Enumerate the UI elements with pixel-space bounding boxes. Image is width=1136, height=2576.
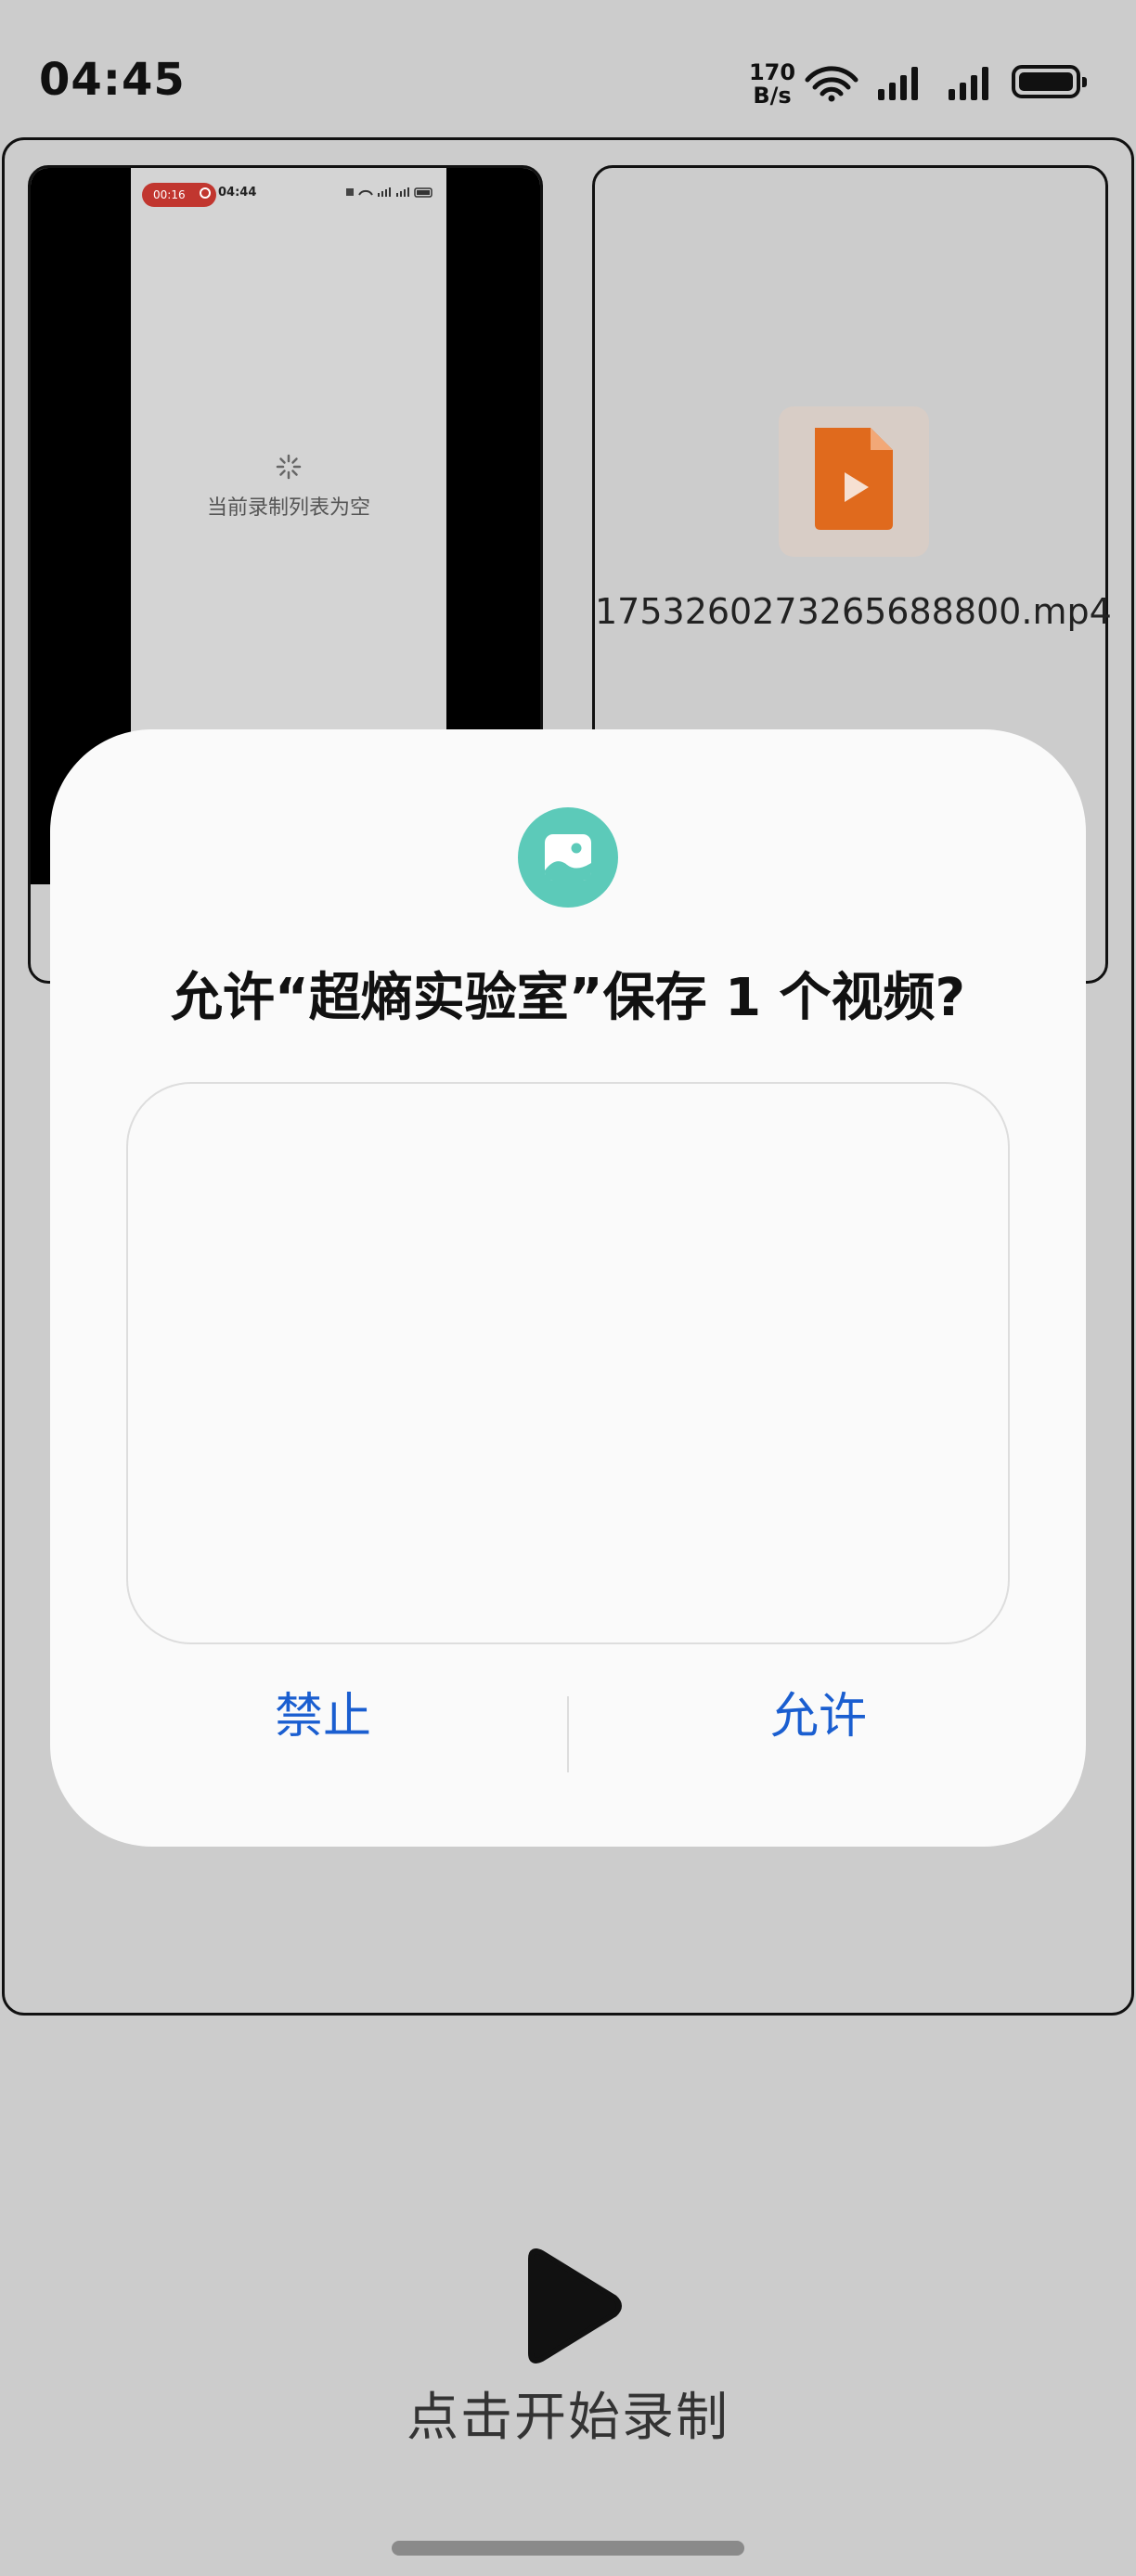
button-divider — [567, 1696, 569, 1772]
stop-icon — [200, 187, 211, 199]
recording-timer: 00:16 — [153, 188, 186, 201]
start-recording-label[interactable]: 点击开始录制 — [0, 2376, 1136, 2451]
loading-spinner-icon — [276, 454, 302, 480]
status-time: 04:45 — [39, 54, 186, 106]
net-speed-value: 170 — [748, 59, 796, 85]
mini-status-icons — [346, 187, 432, 198]
net-speed: 170 B/s — [748, 61, 796, 108]
video-file-icon — [779, 406, 929, 557]
recording-timer-chip: 00:16 — [142, 183, 216, 207]
video-file-name: 1753260273265688800.mp4 — [595, 591, 1112, 632]
save-permission-dialog: 允许“超熵实验室”保存 1 个视频? 禁止 允许 — [50, 729, 1086, 1847]
net-speed-unit: B/s — [753, 83, 792, 109]
home-indicator[interactable] — [392, 2541, 744, 2556]
wifi-icon — [805, 66, 858, 102]
play-icon[interactable] — [518, 2246, 626, 2366]
image-icon — [518, 807, 618, 908]
video-preview-area — [126, 1082, 1010, 1644]
dialog-title: 允许“超熵实验室”保存 1 个视频? — [170, 968, 966, 1028]
preview-status-time: 04:44 — [218, 186, 257, 200]
signal-strength-icon-2 — [949, 67, 988, 100]
deny-button[interactable]: 禁止 — [184, 1680, 462, 1754]
battery-icon — [1012, 65, 1087, 98]
empty-list-text: 当前录制列表为空 — [206, 496, 370, 520]
signal-strength-icon-1 — [878, 67, 918, 100]
allow-button[interactable]: 允许 — [679, 1680, 958, 1754]
